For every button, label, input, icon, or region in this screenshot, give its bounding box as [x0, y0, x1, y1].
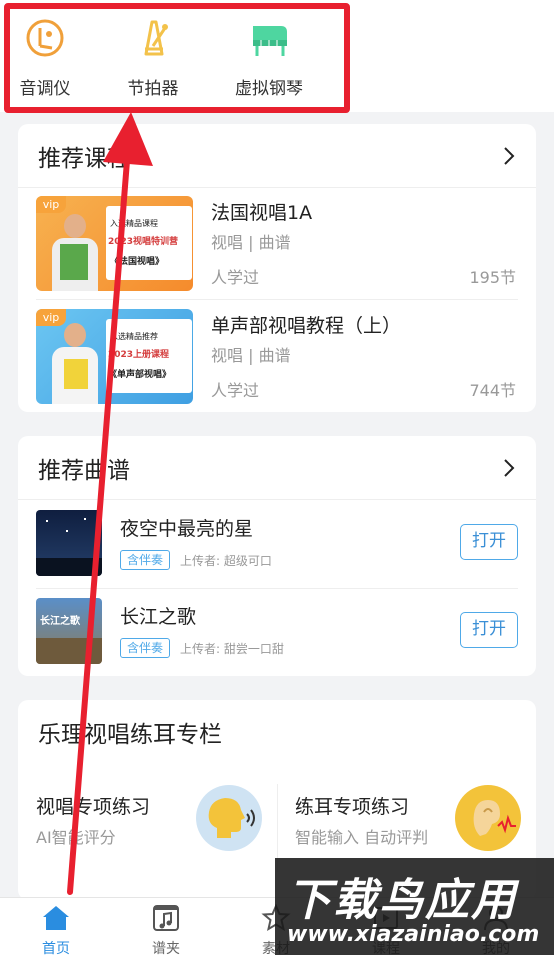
thumb-text: 2023视唱特训营 — [108, 237, 179, 247]
score-folder-icon — [153, 905, 179, 931]
course-item[interactable]: 入选精品推荐 2023上册课程 《单声部视唱》 vip 单声部视唱教程（上） 视… — [36, 309, 516, 407]
thumb-text: 《单声部视唱》 — [108, 370, 172, 380]
teacher-figure — [46, 323, 104, 404]
course-subtitle: 视唱 | 曲谱 — [211, 346, 291, 365]
chevron-right-icon — [504, 458, 515, 477]
practice-title: 乐理视唱练耳专栏 — [38, 722, 222, 748]
thumb-text: 入选精品课程 — [110, 219, 158, 228]
score-thumbnail: 长江之歌 — [36, 598, 102, 664]
course-title: 法国视唱1A — [211, 202, 313, 224]
accompaniment-tag: 含伴奏 — [120, 550, 171, 570]
chevron-right-icon — [504, 146, 515, 165]
nav-label: 谱夹 — [152, 941, 180, 955]
teacher-figure — [46, 214, 104, 291]
vip-badge: vip — [36, 196, 66, 213]
practice-item-title: 练耳专项练习 — [295, 796, 410, 818]
ear-icon — [455, 785, 521, 851]
tools-bar: 音调仪 节拍器 虚拟钢琴 — [0, 0, 554, 113]
scores-header[interactable]: 推荐曲谱 — [18, 436, 536, 500]
course-learners: 人学过 — [211, 268, 260, 287]
score-item[interactable]: 长江之歌 长江之歌 含伴奏 上传者: 甜尝一口甜 打开 — [36, 598, 518, 668]
course-learners: 人学过 — [211, 381, 260, 400]
practice-item[interactable]: 视唱专项练习 AI智能评分 — [18, 772, 277, 872]
vip-badge: vip — [36, 309, 66, 326]
practice-item-subtitle: AI智能评分 — [36, 828, 116, 847]
nav-item-folder[interactable]: 谱夹 — [136, 904, 196, 955]
watermark-title: 下载鸟应用 — [287, 875, 517, 926]
practice-item-subtitle: 智能输入 自动评判 — [295, 828, 429, 847]
divider — [36, 588, 518, 589]
score-thumbnail — [36, 510, 102, 576]
nav-label: 首页 — [42, 941, 70, 955]
score-item[interactable]: 夜空中最亮的星 含伴奏 上传者: 超级可口 打开 — [36, 510, 518, 580]
practice-item[interactable]: 练耳专项练习 智能输入 自动评判 — [277, 772, 536, 872]
divider — [36, 299, 518, 300]
thumb-text: 入选精品推荐 — [110, 332, 158, 341]
home-icon — [43, 906, 69, 930]
courses-title: 推荐课程 — [38, 145, 130, 172]
course-count: 744节 — [469, 381, 516, 400]
watermark: 下载鸟应用 www.xiazainiao.com — [275, 858, 554, 955]
score-uploader: 上传者: 超级可口 — [180, 554, 272, 568]
scores-title: 推荐曲谱 — [38, 457, 130, 484]
highlight-box — [4, 3, 350, 113]
watermark-url: www.xiazainiao.com — [287, 922, 540, 947]
scores-card: 推荐曲谱 夜空中最亮的星 含伴奏 上传者: 超级可口 打开 长江之歌 长江之歌 … — [18, 436, 536, 676]
open-button[interactable]: 打开 — [460, 612, 518, 648]
courses-header[interactable]: 推荐课程 — [18, 124, 536, 188]
thumb-text: 《法国视唱》 — [110, 257, 165, 267]
course-count: 195节 — [469, 268, 516, 287]
practice-item-title: 视唱专项练习 — [36, 796, 151, 818]
score-title: 长江之歌 — [120, 606, 197, 628]
score-uploader: 上传者: 甜尝一口甜 — [180, 642, 284, 656]
course-item[interactable]: 入选精品课程 2023视唱特训营 《法国视唱》 vip 法国视唱1A 视唱 | … — [36, 196, 516, 294]
thumb-text: 长江之歌 — [40, 616, 80, 627]
course-thumbnail: 入选精品课程 2023视唱特训营 《法国视唱》 vip — [36, 196, 193, 291]
course-title: 单声部视唱教程（上） — [211, 315, 402, 337]
score-title: 夜空中最亮的星 — [120, 518, 254, 540]
thumb-text: 2023上册课程 — [108, 350, 170, 360]
course-thumbnail: 入选精品推荐 2023上册课程 《单声部视唱》 vip — [36, 309, 193, 404]
courses-card: 推荐课程 入选精品课程 2023视唱特训营 《法国视唱》 vip 法国视唱1A … — [18, 124, 536, 412]
open-button[interactable]: 打开 — [460, 524, 518, 560]
practice-header: 乐理视唱练耳专栏 — [18, 700, 536, 764]
course-subtitle: 视唱 | 曲谱 — [211, 233, 291, 252]
nav-item-home[interactable]: 首页 — [26, 904, 86, 955]
accompaniment-tag: 含伴奏 — [120, 638, 171, 658]
singing-head-icon — [196, 785, 262, 851]
